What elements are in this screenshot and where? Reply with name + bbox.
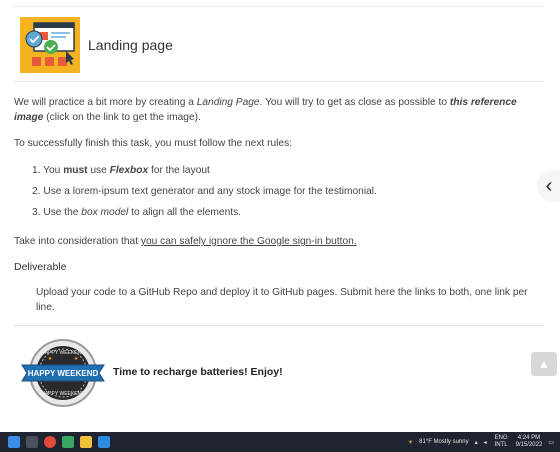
list-item: 1. You must use Flexbox for the layout <box>32 165 210 176</box>
weather-icon: ☀ <box>407 439 414 446</box>
happy-weekend-badge: HAPPY WEEKEND HAPPY WEEKEND HAPPY WEEKEN… <box>21 339 105 407</box>
weekend-message: Time to recharge batteries! Enjoy! <box>113 366 283 378</box>
divider <box>14 81 544 82</box>
file-explorer-icon[interactable] <box>80 436 92 448</box>
svg-text:HAPPY WEEKEND: HAPPY WEEKEND <box>41 391 85 397</box>
activity-card-header[interactable]: Landing page <box>20 16 173 74</box>
app-icon[interactable] <box>62 436 74 448</box>
vscode-icon[interactable] <box>98 436 110 448</box>
deliverable-heading: Deliverable <box>14 261 67 273</box>
rules-intro: To successfully finish this task, you mu… <box>14 138 293 149</box>
clock[interactable]: 4:24 PM 9/15/2022 <box>516 435 543 449</box>
language-indicator[interactable]: ENG INTL <box>495 435 508 449</box>
intro-paragraph: We will practice a bit more by creating … <box>14 97 517 123</box>
note-paragraph: Take into consideration that you can saf… <box>14 236 357 247</box>
windows-start-icon[interactable] <box>8 436 20 448</box>
weather-text[interactable]: 81°F Mostly sunny <box>419 439 468 445</box>
page: Landing page We will practice a bit more… <box>0 0 560 432</box>
wifi-icon[interactable]: ▴ <box>475 439 478 446</box>
system-tray: ☀ 81°F Mostly sunny ▴ ◂ ENG INTL 4:24 PM… <box>402 432 554 452</box>
list-item: 2. Use a lorem-ipsum text generator and … <box>32 186 377 197</box>
google-signin-note-link[interactable]: you can safely ignore the Google sign-in… <box>141 236 357 247</box>
svg-text:HAPPY WEEKEND: HAPPY WEEKEND <box>28 369 99 378</box>
notifications-icon[interactable]: ▭ <box>548 439 554 446</box>
task-view-icon[interactable] <box>26 436 38 448</box>
scroll-to-top-button[interactable]: ▲ <box>531 352 557 376</box>
divider <box>14 325 544 326</box>
divider <box>14 6 544 7</box>
list-item: 3. Use the box model to align all the el… <box>32 207 242 218</box>
rules-list: 1. You must use Flexbox for the layout 2… <box>32 163 377 226</box>
chevron-left-icon[interactable]: ‹ <box>537 170 560 202</box>
card-title: Landing page <box>88 37 173 53</box>
volume-icon[interactable]: ◂ <box>484 439 487 446</box>
deliverable-text: Upload your code to a GitHub Repo and de… <box>36 287 528 313</box>
taskbar: ☀ 81°F Mostly sunny ▴ ◂ ENG INTL 4:24 PM… <box>0 432 560 452</box>
landing-page-thumbnail <box>20 17 80 73</box>
svg-text:★: ★ <box>48 356 53 362</box>
svg-text:★: ★ <box>74 356 79 362</box>
chrome-icon[interactable] <box>44 436 56 448</box>
